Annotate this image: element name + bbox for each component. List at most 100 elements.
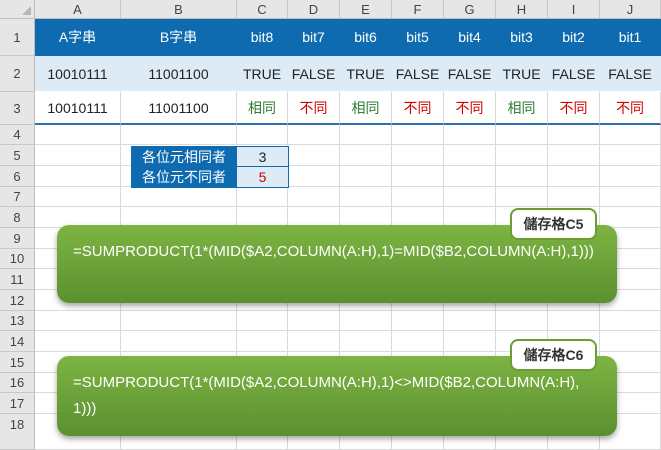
cell-h1[interactable]: bit3	[496, 19, 548, 56]
column-header-i[interactable]: I	[548, 0, 600, 19]
empty-cell[interactable]	[340, 166, 392, 187]
column-header-g[interactable]: G	[444, 0, 496, 19]
row-header-3[interactable]: 3	[0, 92, 35, 125]
cell-a2[interactable]: 10010111	[35, 56, 121, 92]
column-header-d[interactable]: D	[288, 0, 340, 19]
empty-cell[interactable]	[121, 125, 237, 145]
empty-cell[interactable]	[35, 187, 121, 207]
empty-cell[interactable]	[340, 311, 392, 331]
column-header-h[interactable]: H	[496, 0, 548, 19]
empty-cell[interactable]	[340, 145, 392, 166]
cell-d1[interactable]: bit7	[288, 19, 340, 56]
empty-cell[interactable]	[444, 311, 496, 331]
cell-d2[interactable]: FALSE	[288, 56, 340, 92]
cell-b2[interactable]: 11001100	[121, 56, 237, 92]
row-header-12[interactable]: 12	[0, 290, 35, 311]
empty-cell[interactable]	[444, 145, 496, 166]
cell-f1[interactable]: bit5	[392, 19, 444, 56]
empty-cell[interactable]	[35, 125, 121, 145]
empty-cell[interactable]	[340, 331, 392, 352]
cell-b5-same-label[interactable]: 各位元相同者	[131, 146, 237, 167]
row-header-7[interactable]: 7	[0, 187, 35, 207]
row-header-18[interactable]: 18	[0, 414, 35, 450]
empty-cell[interactable]	[35, 166, 121, 187]
cell-f2[interactable]: FALSE	[392, 56, 444, 92]
empty-cell[interactable]	[548, 166, 600, 187]
empty-cell[interactable]	[392, 331, 444, 352]
row-header-1[interactable]: 1	[0, 19, 35, 56]
cell-c6-diff-count[interactable]: 5	[236, 166, 289, 188]
empty-cell[interactable]	[35, 145, 121, 166]
cell-i1[interactable]: bit2	[548, 19, 600, 56]
cell-h2[interactable]: TRUE	[496, 56, 548, 92]
empty-cell[interactable]	[548, 311, 600, 331]
row-header-11[interactable]: 11	[0, 269, 35, 290]
row-header-10[interactable]: 10	[0, 249, 35, 269]
empty-cell[interactable]	[600, 187, 661, 207]
column-header-b[interactable]: B	[121, 0, 237, 19]
empty-cell[interactable]	[237, 331, 288, 352]
empty-cell[interactable]	[392, 125, 444, 145]
cell-c2[interactable]: TRUE	[237, 56, 288, 92]
cell-j1[interactable]: bit1	[600, 19, 661, 56]
cell-f3[interactable]: 不同	[392, 92, 444, 125]
empty-cell[interactable]	[121, 311, 237, 331]
empty-cell[interactable]	[237, 125, 288, 145]
empty-cell[interactable]	[444, 125, 496, 145]
cell-e1[interactable]: bit6	[340, 19, 392, 56]
empty-cell[interactable]	[392, 311, 444, 331]
row-header-4[interactable]: 4	[0, 125, 35, 145]
cell-g3[interactable]: 不同	[444, 92, 496, 125]
row-header-16[interactable]: 16	[0, 373, 35, 393]
empty-cell[interactable]	[121, 331, 237, 352]
empty-cell[interactable]	[600, 331, 661, 352]
empty-cell[interactable]	[496, 311, 548, 331]
empty-cell[interactable]	[237, 311, 288, 331]
empty-cell[interactable]	[548, 187, 600, 207]
empty-cell[interactable]	[35, 331, 121, 352]
row-header-5[interactable]: 5	[0, 145, 35, 166]
empty-cell[interactable]	[35, 311, 121, 331]
empty-cell[interactable]	[496, 145, 548, 166]
empty-cell[interactable]	[288, 331, 340, 352]
column-header-f[interactable]: F	[392, 0, 444, 19]
cell-c1[interactable]: bit8	[237, 19, 288, 56]
empty-cell[interactable]	[496, 125, 548, 145]
empty-cell[interactable]	[444, 331, 496, 352]
cell-e3[interactable]: 相同	[340, 92, 392, 125]
row-header-6[interactable]: 6	[0, 166, 35, 187]
cell-b6-diff-label[interactable]: 各位元不同者	[131, 166, 237, 188]
empty-cell[interactable]	[600, 166, 661, 187]
column-header-c[interactable]: C	[237, 0, 288, 19]
cell-b1[interactable]: B字串	[121, 19, 237, 56]
empty-cell[interactable]	[600, 125, 661, 145]
empty-cell[interactable]	[600, 145, 661, 166]
row-header-9[interactable]: 9	[0, 228, 35, 249]
row-header-8[interactable]: 8	[0, 207, 35, 228]
empty-cell[interactable]	[237, 187, 288, 207]
cell-j2[interactable]: FALSE	[600, 56, 661, 92]
empty-cell[interactable]	[288, 145, 340, 166]
cell-i2[interactable]: FALSE	[548, 56, 600, 92]
column-header-e[interactable]: E	[340, 0, 392, 19]
cell-h3[interactable]: 相同	[496, 92, 548, 125]
select-all-corner[interactable]	[0, 0, 35, 19]
empty-cell[interactable]	[444, 187, 496, 207]
empty-cell[interactable]	[340, 125, 392, 145]
column-header-a[interactable]: A	[35, 0, 121, 19]
empty-cell[interactable]	[288, 166, 340, 187]
cell-c5-same-count[interactable]: 3	[236, 146, 289, 167]
cell-b3[interactable]: 11001100	[121, 92, 237, 125]
cell-g1[interactable]: bit4	[444, 19, 496, 56]
empty-cell[interactable]	[340, 187, 392, 207]
cell-c3[interactable]: 相同	[237, 92, 288, 125]
cell-e2[interactable]: TRUE	[340, 56, 392, 92]
empty-cell[interactable]	[288, 311, 340, 331]
cell-a3[interactable]: 10010111	[35, 92, 121, 125]
empty-cell[interactable]	[121, 187, 237, 207]
cell-i3[interactable]: 不同	[548, 92, 600, 125]
empty-cell[interactable]	[444, 166, 496, 187]
row-header-14[interactable]: 14	[0, 331, 35, 352]
cell-d3[interactable]: 不同	[288, 92, 340, 125]
empty-cell[interactable]	[600, 311, 661, 331]
